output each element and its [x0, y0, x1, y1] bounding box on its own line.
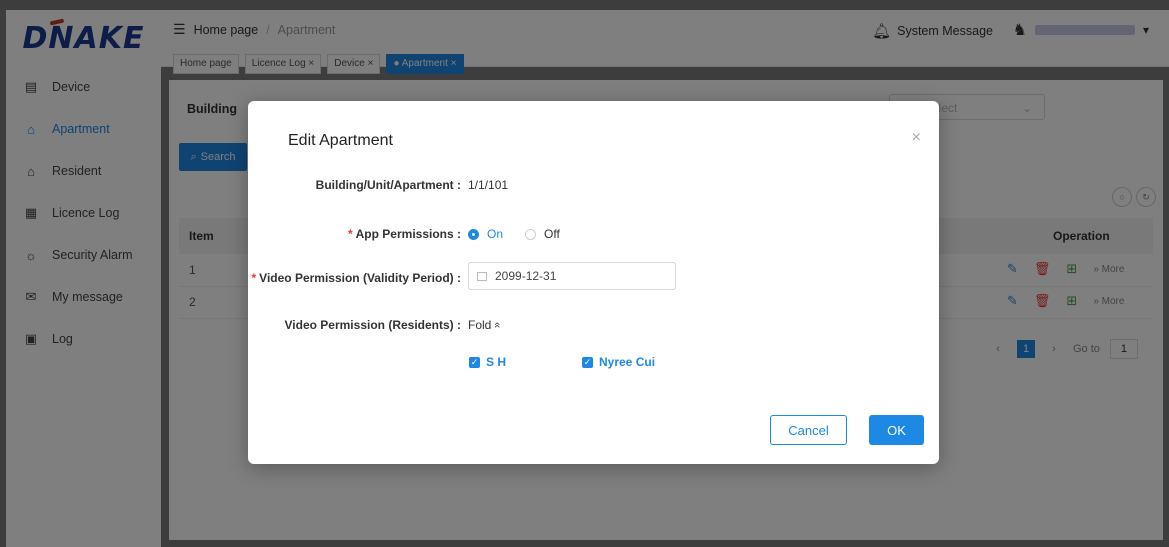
resident-name: S H	[486, 355, 507, 369]
validity-date-input[interactable]: 2099-12-31	[468, 262, 676, 290]
video-residents-label: Video Permission (Residents) :	[284, 318, 462, 332]
cancel-button[interactable]: Cancel	[770, 415, 847, 445]
checkbox-checked-icon: ✓	[469, 356, 480, 368]
resident-checkbox[interactable]: ✓ S H	[469, 355, 506, 369]
radio-on[interactable]: On	[468, 227, 503, 241]
radio-unchecked-icon	[525, 228, 537, 240]
app-permissions-radio-group: On Off	[468, 227, 560, 241]
video-validity-label: * Video Permission (Validity Period) :	[251, 271, 461, 285]
chevron-up-double-icon: «	[491, 321, 504, 329]
resident-name: Nyree Cui	[599, 355, 656, 369]
edit-apartment-dialog: Edit Apartment × Building/Unit/Apartment…	[248, 101, 939, 464]
dialog-title: Edit Apartment	[288, 132, 393, 149]
calendar-icon	[477, 271, 487, 281]
resident-checkbox[interactable]: ✓ Nyree Cui	[582, 355, 655, 369]
building-label: Building/Unit/Apartment :	[315, 178, 461, 192]
app-permissions-label: * App Permissions :	[347, 227, 461, 241]
close-icon[interactable]: ×	[912, 129, 921, 147]
checkbox-checked-icon: ✓	[582, 356, 593, 368]
validity-date-value: 2099-12-31	[495, 269, 557, 283]
building-value: 1/1/101	[468, 178, 509, 192]
fold-toggle[interactable]: Fold «	[468, 318, 504, 332]
radio-off[interactable]: Off	[525, 227, 560, 241]
radio-checked-icon	[468, 228, 479, 240]
ok-button[interactable]: OK	[869, 415, 924, 445]
